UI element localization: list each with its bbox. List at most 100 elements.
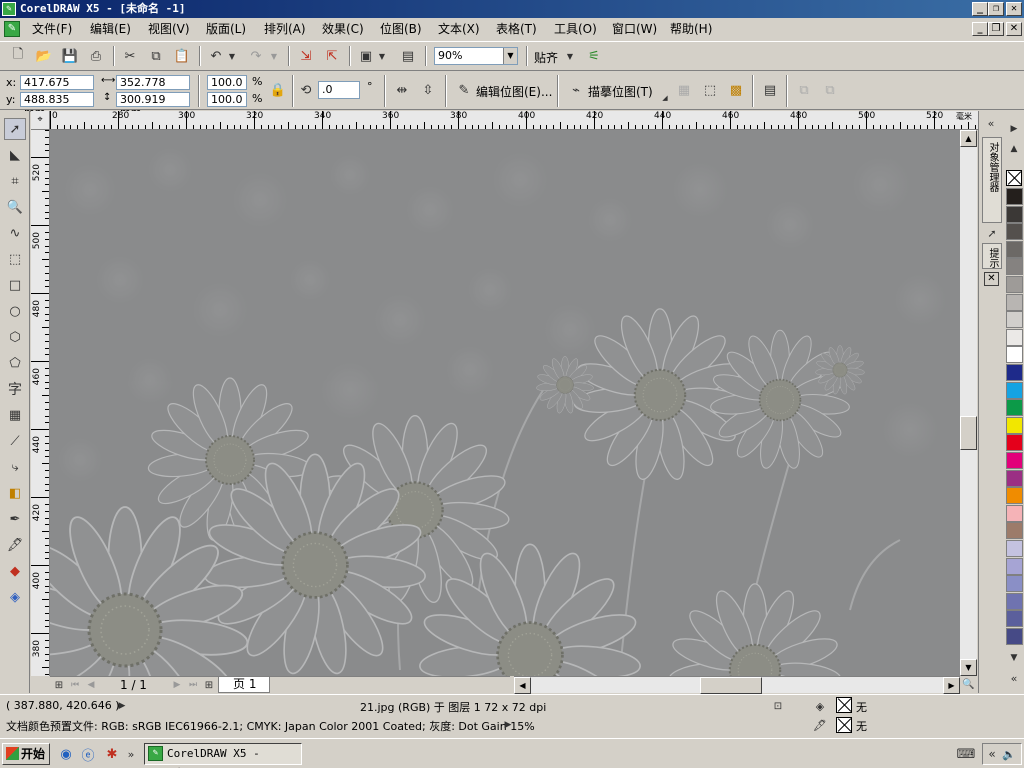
application-launcher-icon[interactable]: ▣ [356, 46, 376, 66]
trace-dropdown-icon[interactable]: ◢ [660, 88, 670, 108]
color-swatch[interactable] [1006, 557, 1023, 575]
mirror-vertical-icon[interactable]: ⇳ [418, 80, 438, 100]
menu-table[interactable]: 表格(T) [496, 21, 537, 38]
menu-window[interactable]: 窗口(W) [612, 21, 657, 38]
undo-icon[interactable]: ↶ [206, 46, 226, 66]
polygon-tool-icon[interactable]: ⬡ [4, 326, 26, 348]
scroll-down-icon[interactable]: ▼ [960, 659, 977, 676]
color-swatch[interactable] [1006, 592, 1023, 610]
navigator-icon[interactable]: 🔍 [960, 676, 977, 693]
keyboard-tray-icon[interactable]: ⌨ [956, 744, 976, 764]
volume-tray-icon[interactable]: 🔈 [1001, 744, 1017, 764]
launcher-dropdown-icon[interactable]: ▼ [376, 46, 388, 66]
basic-shapes-tool-icon[interactable]: ⬠ [4, 352, 26, 374]
color-swatch[interactable] [1006, 504, 1023, 522]
document-icon[interactable]: ✎ [4, 21, 20, 37]
scale-y-field[interactable]: 100.0 [207, 92, 247, 107]
scroll-up-icon[interactable]: ▲ [960, 130, 977, 147]
crop-bitmap-icon[interactable]: ⬚ [700, 80, 720, 100]
x-position-field[interactable]: 417.675 mm [20, 75, 94, 102]
menu-file[interactable]: 文件(F) [32, 21, 72, 38]
table-tool-icon[interactable]: ▦ [4, 404, 26, 426]
palette-scroll-up-icon[interactable]: ▲ [1006, 139, 1022, 159]
scroll-right-icon[interactable]: ▶ [943, 677, 960, 694]
color-proof-icon[interactable]: ⊡ [770, 696, 786, 716]
palette-expand-icon[interactable]: « [1006, 668, 1022, 688]
shape-tool-icon[interactable]: ◣ [4, 144, 26, 166]
color-swatch[interactable] [1006, 240, 1023, 258]
color-swatch[interactable] [1006, 346, 1023, 364]
last-page-icon[interactable]: ⏭ [186, 675, 200, 695]
doc-close-button[interactable]: ✕ [1006, 22, 1022, 36]
copy-icon[interactable]: ⧉ [146, 46, 166, 66]
hints-tab[interactable]: 提示 [982, 243, 1002, 269]
height-field[interactable]: 300.919 mm [116, 92, 190, 119]
start-button[interactable]: 开始 [2, 743, 50, 765]
color-swatch[interactable] [1006, 364, 1023, 381]
to-front-icon[interactable]: ⧉ [794, 80, 814, 100]
undo-dropdown-icon[interactable]: ▼ [226, 46, 238, 66]
color-swatch[interactable] [1006, 416, 1023, 434]
vertical-ruler[interactable]: 520 500 480 460 440 420 400 380 [31, 130, 50, 676]
menu-edit[interactable]: 编辑(E) [90, 21, 131, 38]
color-swatch[interactable] [1006, 575, 1023, 593]
resample-icon[interactable]: ▦ [674, 80, 694, 100]
y-position-field[interactable]: 488.835 mm [20, 92, 94, 119]
browser-quicklaunch-icon[interactable]: ◉ [56, 744, 76, 764]
export-icon[interactable]: ⇱ [322, 46, 342, 66]
snap-dropdown-icon[interactable]: ▼ [564, 46, 576, 66]
prev-page-icon[interactable]: ◀ [84, 675, 98, 695]
next-page-icon[interactable]: ▶ [170, 675, 184, 695]
save-icon[interactable]: 💾 [60, 46, 80, 66]
menu-help[interactable]: 帮助(H) [670, 21, 712, 38]
docker-close-icon[interactable]: ✕ [984, 272, 999, 286]
color-swatch[interactable] [1006, 258, 1023, 276]
rotation-field[interactable]: .0 [318, 81, 360, 99]
h-scroll-thumb[interactable] [700, 677, 762, 694]
wrap-text-icon[interactable]: ▤ [760, 80, 780, 100]
object-manager-tab[interactable]: 对象管理器 [982, 137, 1002, 223]
color-swatch[interactable] [1006, 522, 1023, 540]
horizontal-ruler[interactable]: 0 280 300 320 340 360 380 400 420 440 46… [50, 111, 978, 130]
color-swatch[interactable] [1006, 188, 1023, 205]
color-swatch[interactable] [1006, 276, 1023, 293]
text-tool-icon[interactable]: 字 [4, 378, 26, 400]
add-page-before-icon[interactable]: ⊞ [52, 675, 66, 695]
color-profile-info[interactable]: 文档颜色预置文件: RGB: sRGB IEC61966-2.1; CMYK: … [6, 718, 535, 734]
width-field[interactable]: 352.778 mm [116, 75, 190, 102]
edit-bitmap-icon[interactable]: ✎ [454, 80, 474, 100]
profile-expand-icon[interactable]: ▶ [502, 715, 514, 735]
menu-view[interactable]: 视图(V) [148, 21, 190, 38]
new-icon[interactable]: 🗋 [8, 46, 28, 66]
trace-bitmap-button[interactable]: 描摹位图(T) [588, 83, 653, 100]
no-color-swatch[interactable] [1006, 170, 1022, 186]
print-icon[interactable]: ⎙ [86, 46, 106, 66]
dimension-tool-icon[interactable]: ⟋ [4, 430, 26, 452]
page-tab[interactable]: 页 1 [218, 677, 270, 693]
redo-dropdown-icon[interactable]: ▼ [268, 46, 280, 66]
color-swatch[interactable] [1006, 434, 1023, 452]
ie-quicklaunch-icon[interactable]: ⓔ [78, 744, 98, 764]
app-quicklaunch-icon[interactable]: ✱ [102, 744, 122, 764]
outline-pen-tool-icon[interactable]: 🖋 [4, 534, 26, 556]
menu-tools[interactable]: 工具(O) [554, 21, 597, 38]
color-swatch[interactable] [1006, 381, 1023, 399]
drawing-canvas[interactable] [50, 130, 960, 676]
connector-tool-icon[interactable]: ⤷ [4, 456, 26, 478]
freehand-tool-icon[interactable]: ∿ [4, 222, 26, 244]
trace-bitmap-icon[interactable]: ⌁ [566, 80, 586, 100]
color-swatch[interactable] [1006, 293, 1023, 311]
color-swatch[interactable] [1006, 628, 1023, 645]
redo-icon[interactable]: ↷ [246, 46, 266, 66]
ellipse-tool-icon[interactable]: ○ [4, 300, 26, 322]
doc-restore-button[interactable]: ❐ [988, 22, 1004, 36]
doc-minimize-button[interactable]: _ [972, 22, 988, 36]
welcome-screen-icon[interactable]: ▤ [398, 46, 418, 66]
taskbar-coreldraw-item[interactable]: ✎ CorelDRAW X5 - [未... [144, 743, 302, 768]
cut-icon[interactable]: ✂ [120, 46, 140, 66]
maximize-button[interactable]: ❐ [988, 2, 1004, 16]
import-icon[interactable]: ⇲ [296, 46, 316, 66]
bitmap-color-mask-icon[interactable]: ▩ [726, 80, 746, 100]
color-swatch[interactable] [1006, 540, 1023, 557]
color-swatch[interactable] [1006, 328, 1023, 346]
